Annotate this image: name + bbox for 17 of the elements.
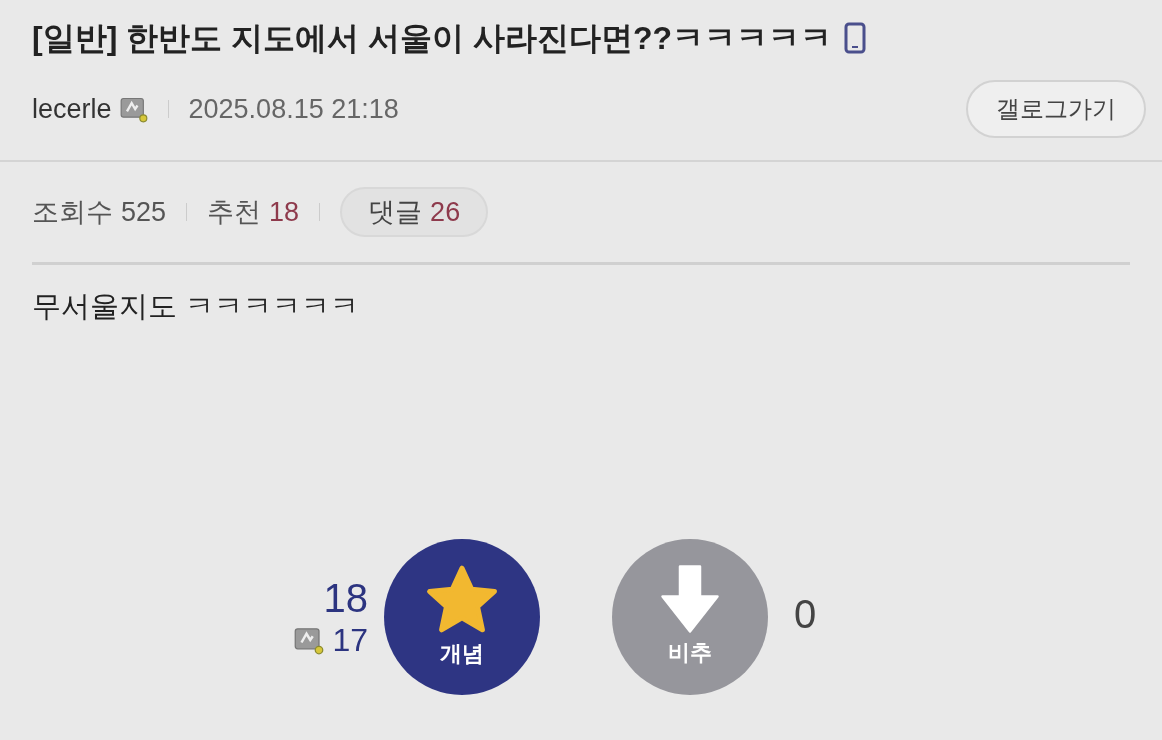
post-body: 무서울지도 ㅋㅋㅋㅋㅋㅋ: [32, 289, 361, 324]
downvote-count: 0: [794, 590, 818, 638]
upvote-count: 18: [323, 577, 368, 618]
comment-count-button[interactable]: 댓글 26: [340, 187, 489, 237]
stat-label: 추천: [207, 195, 262, 229]
gallog-button[interactable]: 갤로그가기: [966, 80, 1146, 138]
fixed-upvote-count: 17: [332, 623, 368, 656]
stat-value: 18: [269, 195, 300, 229]
post-date: 2025.08.15 21:18: [188, 92, 399, 126]
post-title: [일반] 한반도 지도에서 서울이 사라진다면??ㅋㅋㅋㅋㅋ: [32, 19, 832, 58]
author-name[interactable]: lecerle: [32, 88, 112, 130]
down-arrow-icon: [660, 564, 720, 634]
stat-label: 조회수: [32, 195, 113, 229]
mobile-icon: [843, 22, 866, 54]
fixed-nick-icon: [119, 95, 148, 123]
stat-value: 525: [121, 195, 167, 229]
upvote-button[interactable]: 개념: [384, 538, 540, 695]
